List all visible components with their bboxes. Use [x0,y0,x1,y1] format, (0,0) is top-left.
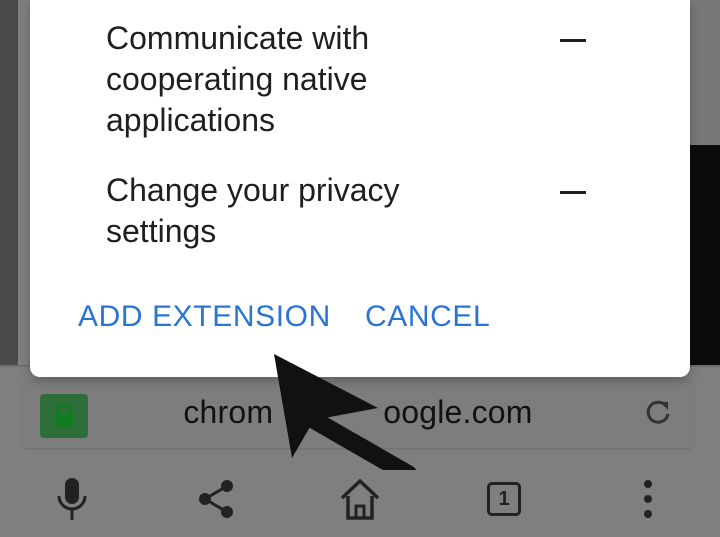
permission-privacy: Change your privacy settings [106,170,506,252]
reload-icon[interactable] [642,396,674,433]
home-icon[interactable] [332,474,388,524]
cancel-button[interactable]: CANCEL [365,300,490,334]
permission-line: settings [106,213,217,249]
background-page-left [0,0,18,365]
permission-line: cooperating native [106,61,368,97]
pointer-cursor-icon [268,350,428,483]
url-text-left: chrom [183,394,274,430]
permission-dash-icon [560,39,586,42]
background-page-right [690,0,720,145]
background-page-image [690,145,720,365]
share-icon[interactable] [188,474,244,524]
add-extension-dialog: Communicate with cooperating native appl… [30,0,690,377]
tabs-icon[interactable]: 1 [476,474,532,524]
permission-dash-icon [560,191,586,194]
permission-line: Change your privacy [106,172,400,208]
more-icon[interactable] [620,474,676,524]
mic-icon[interactable] [44,474,100,524]
permission-native-messaging: Communicate with cooperating native appl… [106,18,506,141]
permission-line: applications [106,102,275,138]
permission-line: Communicate with [106,20,370,56]
tab-count: 1 [487,482,521,516]
add-extension-button[interactable]: ADD EXTENSION [78,300,331,334]
